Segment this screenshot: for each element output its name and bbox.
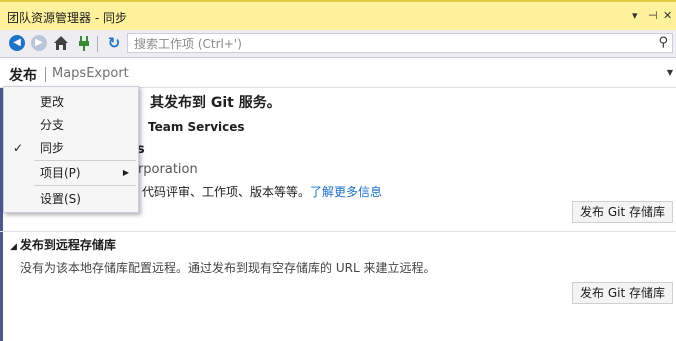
checkmark-icon: ✓ — [13, 141, 24, 155]
nav-dropdown-menu: 更改 分支 ✓ 同步 项目(P) ▶ 设置(S) — [3, 86, 139, 213]
back-icon[interactable]: ◀ — [9, 35, 25, 51]
page-title[interactable]: 发布 — [9, 65, 37, 85]
menu-item-label: 分支 — [40, 118, 65, 132]
forward-icon[interactable]: ▶ — [31, 35, 47, 51]
home-icon[interactable] — [53, 35, 69, 51]
search-icon[interactable]: ⚲ — [658, 35, 668, 50]
dropdown-icon[interactable]: ▾ — [632, 9, 638, 22]
menu-separator — [34, 185, 136, 186]
window-title: 团队资源管理器 - 同步 — [7, 11, 127, 25]
toolbar-separator — [97, 36, 98, 52]
menu-item-label: 设置(S) — [40, 192, 81, 206]
menu-separator — [34, 160, 136, 161]
publish-git-repo-button[interactable]: 发布 Git 存储库 — [572, 201, 673, 223]
header-divider — [45, 67, 46, 82]
menu-item-settings[interactable]: 设置(S) — [4, 188, 138, 210]
menu-item-branches[interactable]: 分支 — [4, 114, 138, 136]
publish-remote-button[interactable]: 发布 Git 存储库 — [572, 282, 673, 304]
toolbar: ◀ ▶ ↻ ⚲ — [0, 30, 676, 58]
service-description: 、代码评审、工作项、版本等等。了解更多信息 — [130, 183, 382, 200]
learn-more-link[interactable]: 了解更多信息 — [310, 185, 382, 199]
remote-section-title: 发布到远程存储库 — [19, 238, 116, 252]
title-bar: 团队资源管理器 - 同步 ▾ ⊣ ✕ — [0, 0, 676, 30]
search-box[interactable]: ⚲ — [127, 33, 673, 53]
collapse-icon[interactable]: ◢ — [10, 242, 17, 252]
chevron-down-icon[interactable]: ▼ — [667, 68, 673, 77]
publish-heading: 其发布到 Git 服务。 — [150, 95, 281, 111]
menu-item-sync[interactable]: ✓ 同步 — [4, 137, 138, 159]
menu-item-label: 项目(P) — [40, 166, 81, 180]
menu-item-label: 更改 — [40, 95, 65, 109]
menu-item-label: 同步 — [40, 141, 65, 155]
service-subtitle: orporation — [130, 162, 198, 177]
connect-icon[interactable] — [76, 35, 92, 51]
close-icon[interactable]: ✕ — [663, 9, 672, 22]
description-text: 、代码评审、工作项、版本等等。 — [130, 185, 311, 199]
pin-icon[interactable]: ⊣ — [648, 9, 658, 22]
page-header: 发布 MapsExport ▼ — [0, 58, 676, 88]
menu-item-changes[interactable]: 更改 — [4, 91, 138, 113]
section-divider — [0, 231, 676, 232]
repo-name: MapsExport — [52, 66, 129, 81]
refresh-icon[interactable]: ↻ — [106, 35, 122, 51]
menu-item-project[interactable]: 项目(P) ▶ — [4, 162, 138, 184]
search-input[interactable] — [132, 35, 646, 53]
remote-section-header[interactable]: ◢ 发布到远程存储库 — [10, 236, 116, 253]
remote-description: 没有为该本地存储库配置远程。通过发布到现有空存储库的 URL 来建立远程。 — [20, 261, 436, 275]
submenu-arrow-icon: ▶ — [122, 168, 129, 177]
section-title: Team Services — [148, 120, 245, 134]
